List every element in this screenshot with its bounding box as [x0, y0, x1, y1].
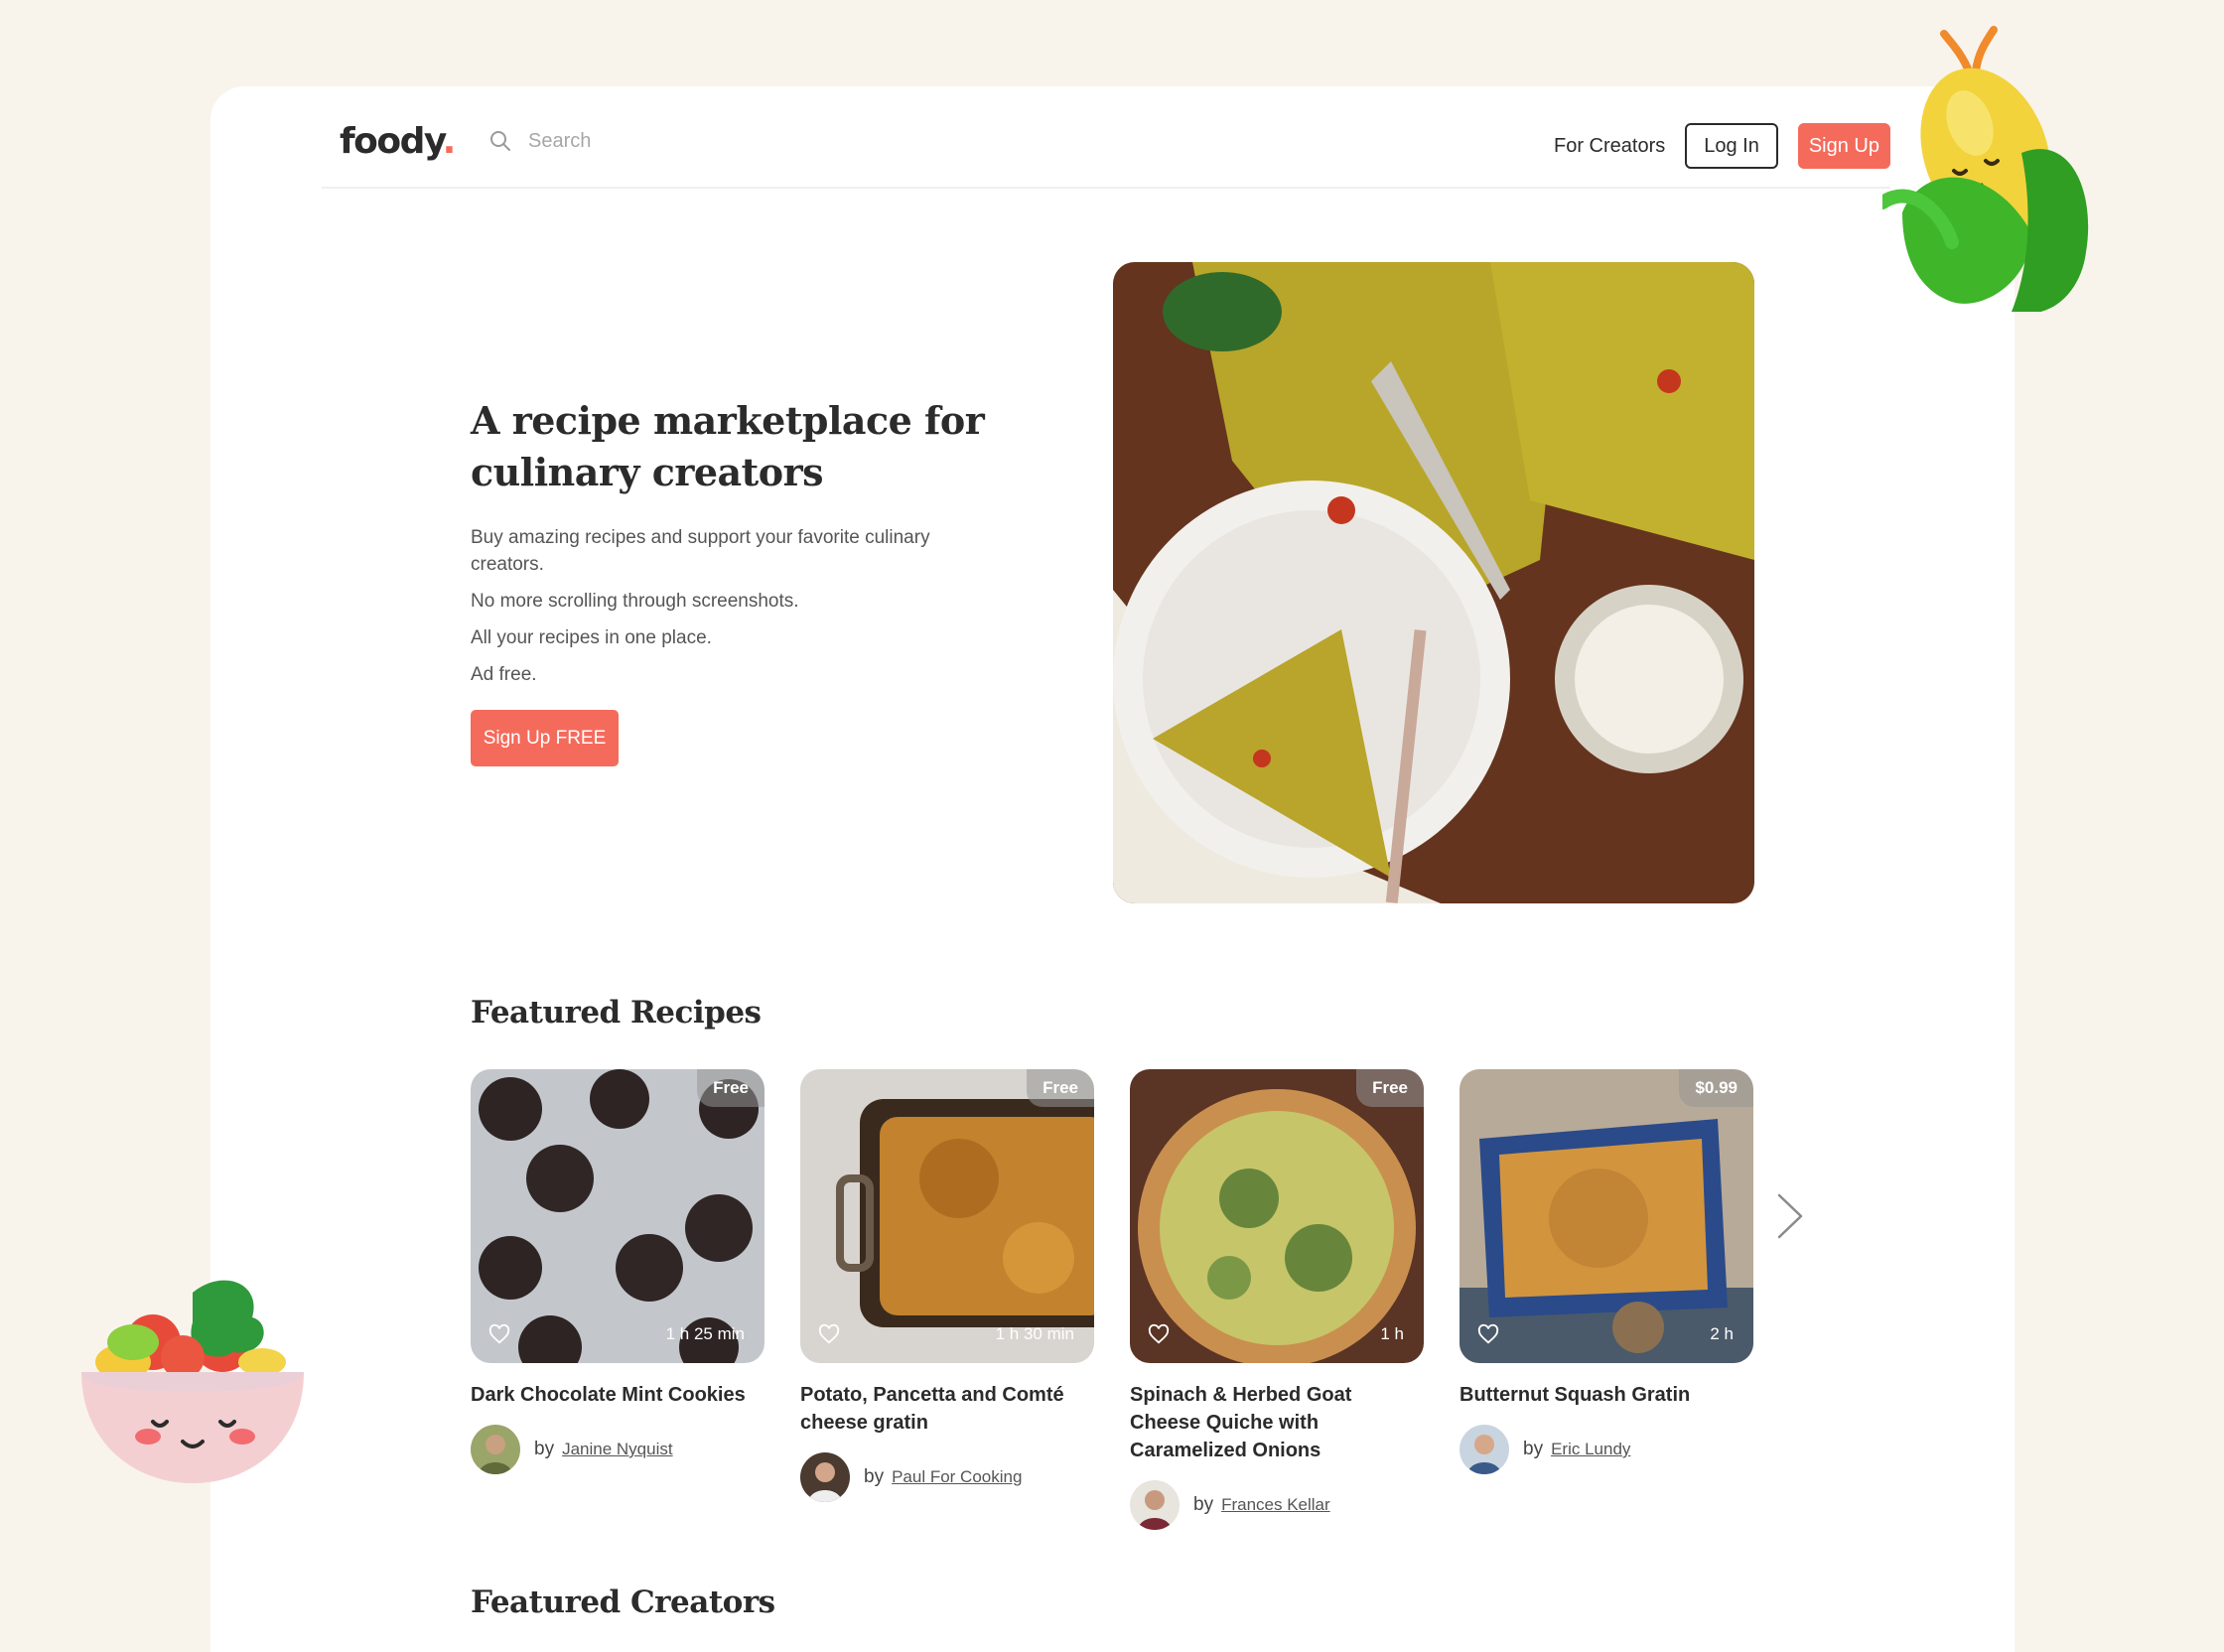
hero-quiche-photo [1113, 262, 1754, 903]
recipe-photo: Free 1 h 25 min [471, 1069, 764, 1363]
author-link[interactable]: Janine Nyquist [562, 1440, 673, 1459]
heart-icon[interactable] [1477, 1323, 1499, 1345]
heart-icon[interactable] [488, 1323, 510, 1345]
featured-recipes-title: Featured Recipes [471, 995, 762, 1031]
recipe-author: by Paul For Cooking [800, 1452, 1094, 1502]
by-label: by [1193, 1494, 1214, 1515]
avatar [800, 1452, 850, 1502]
hero-title: A recipe marketplace for culinary creato… [471, 398, 985, 494]
by-label: by [1523, 1439, 1544, 1459]
hero-line: No more scrolling through screenshots. [471, 591, 799, 612]
price-badge: Free [1027, 1069, 1094, 1107]
price-badge: Free [697, 1069, 764, 1107]
recipe-title[interactable]: Dark Chocolate Mint Cookies [471, 1381, 764, 1409]
sign-up-button[interactable]: Sign Up [1797, 123, 1890, 169]
recipe-photo: $0.99 2 h [1460, 1069, 1753, 1363]
recipe-card[interactable]: Free 1 h Spinach & Herbed Goat Cheese Qu… [1130, 1069, 1424, 1530]
recipe-card[interactable]: $0.99 2 h Butternut Squash Gratin by Eri… [1460, 1069, 1753, 1474]
search-bar[interactable]: Search [488, 129, 591, 153]
recipe-title[interactable]: Spinach & Herbed Goat Cheese Quiche with… [1130, 1381, 1424, 1464]
search-input[interactable]: Search [528, 130, 591, 153]
recipe-card[interactable]: Free 1 h 25 min Dark Chocolate Mint Cook… [471, 1069, 764, 1474]
recipe-title[interactable]: Butternut Squash Gratin [1460, 1381, 1753, 1409]
duration-label: 2 h [1710, 1324, 1734, 1343]
recipe-photo: Free 1 h 30 min [800, 1069, 1094, 1363]
hero-line: Ad free. [471, 664, 537, 685]
salad-bowl-illustration [81, 1280, 304, 1483]
top-nav: foody. Search For Creators Log In Sign U… [322, 111, 1890, 189]
for-creators-link[interactable]: For Creators [1554, 135, 1665, 158]
recipe-author: by Frances Kellar [1130, 1480, 1424, 1530]
corn-mascot-illustration [1882, 26, 2089, 312]
by-label: by [864, 1466, 885, 1487]
recipe-photo: Free 1 h [1130, 1069, 1424, 1363]
log-in-button[interactable]: Log In [1685, 123, 1778, 169]
hero-line: Buy amazing recipes and support your fav… [471, 527, 930, 575]
duration-label: 1 h [1380, 1324, 1404, 1343]
featured-creators-title: Featured Creators [471, 1584, 775, 1620]
recipe-card[interactable]: Free 1 h 30 min Potato, Pancetta and Com… [800, 1069, 1094, 1502]
recipe-author: by Janine Nyquist [471, 1425, 764, 1474]
duration-label: 1 h 25 min [665, 1324, 745, 1343]
avatar [471, 1425, 520, 1474]
author-link[interactable]: Eric Lundy [1551, 1440, 1630, 1459]
sign-up-free-button[interactable]: Sign Up FREE [471, 710, 619, 766]
avatar [1460, 1425, 1509, 1474]
author-link[interactable]: Paul For Cooking [892, 1467, 1022, 1487]
avatar [1130, 1480, 1180, 1530]
heart-icon[interactable] [1148, 1323, 1170, 1345]
hero-line: All your recipes in one place. [471, 627, 712, 648]
price-badge: Free [1356, 1069, 1424, 1107]
price-badge: $0.99 [1679, 1069, 1753, 1107]
by-label: by [534, 1439, 555, 1459]
heart-icon[interactable] [818, 1323, 840, 1345]
recipe-author: by Eric Lundy [1460, 1425, 1753, 1474]
chevron-right-icon[interactable] [1775, 1191, 1805, 1241]
author-link[interactable]: Frances Kellar [1221, 1495, 1330, 1515]
hero-description: Buy amazing recipes and support your fav… [471, 524, 987, 698]
recipe-title[interactable]: Potato, Pancetta and Comté cheese gratin [800, 1381, 1094, 1437]
nav-actions: For Creators Log In Sign Up [1554, 123, 1890, 169]
foody-logo[interactable]: foody. [340, 121, 456, 162]
search-icon [490, 131, 510, 151]
duration-label: 1 h 30 min [995, 1324, 1074, 1343]
